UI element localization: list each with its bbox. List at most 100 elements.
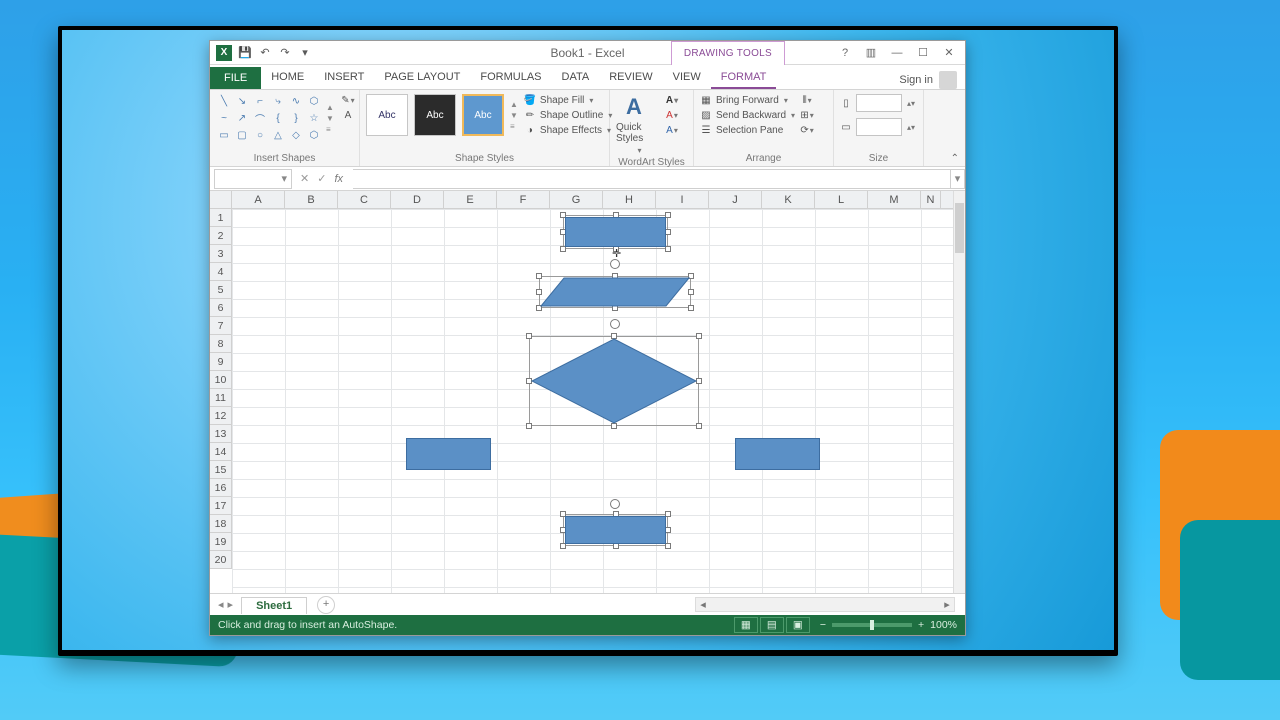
horizontal-scrollbar[interactable]: ◂ ▸ — [695, 597, 955, 612]
shape-arrow2-icon[interactable]: ↗ — [234, 111, 250, 126]
zoom-slider[interactable] — [832, 623, 912, 627]
send-backward-button[interactable]: ▨Send Backward▾ — [700, 109, 795, 121]
view-page-layout-icon[interactable]: ▤ — [760, 617, 784, 633]
expand-formula-bar-icon[interactable]: ▾ — [951, 169, 965, 189]
shape-roundrect-icon[interactable]: ▢ — [234, 128, 250, 143]
shape-style-preset-1[interactable]: Abc — [366, 94, 408, 136]
quick-styles-button[interactable]: A Quick Styles▾ — [616, 94, 662, 155]
view-page-break-icon[interactable]: ▣ — [786, 617, 810, 633]
shape-connector-icon[interactable]: ⤷ — [270, 94, 286, 109]
shape-brace2-icon[interactable]: } — [288, 111, 304, 126]
close-button[interactable]: ✕ — [941, 46, 957, 59]
scroll-right-icon[interactable]: ▸ — [940, 598, 954, 611]
redo-icon[interactable]: ↷ — [278, 46, 292, 60]
spinner-icon[interactable]: ▴▾ — [907, 123, 915, 132]
gallery-down-icon[interactable]: ▼ — [326, 114, 334, 123]
collapse-ribbon-icon[interactable]: ⌃ — [945, 151, 965, 166]
excel-app-icon[interactable]: X — [216, 45, 232, 61]
tab-view[interactable]: VIEW — [663, 66, 711, 89]
tab-home[interactable]: HOME — [261, 66, 314, 89]
sign-in-link[interactable]: Sign in — [899, 74, 933, 86]
save-icon[interactable]: 💾 — [238, 46, 252, 60]
shape-outline-button[interactable]: ✏Shape Outline▾ — [524, 109, 612, 121]
zoom-level[interactable]: 100% — [930, 619, 957, 631]
style-gallery-more-icon[interactable]: ≡ — [510, 122, 518, 131]
shapes-gallery[interactable]: ╲↘⌐⤷∿⬡ ~↗⌒{}☆ ▭▢○△◇⬡ — [216, 94, 322, 143]
flowchart-decision-shape[interactable] — [529, 336, 699, 426]
row-headers[interactable]: 1234567891011121314151617181920 — [210, 209, 232, 569]
style-gallery-down-icon[interactable]: ▼ — [510, 111, 518, 120]
zoom-out-button[interactable]: − — [820, 619, 826, 631]
shape-scribble-icon[interactable]: ~ — [216, 111, 232, 126]
vertical-scrollbar[interactable] — [953, 191, 965, 593]
rotation-handle-icon[interactable] — [610, 259, 620, 269]
gallery-up-icon[interactable]: ▲ — [326, 103, 334, 112]
add-sheet-button[interactable]: + — [317, 596, 335, 614]
cells-area[interactable]: ✛ — [232, 209, 953, 593]
rotation-handle-icon[interactable] — [610, 319, 620, 329]
rotation-handle-icon[interactable] — [610, 499, 620, 509]
tab-page-layout[interactable]: PAGE LAYOUT — [374, 66, 470, 89]
style-gallery-up-icon[interactable]: ▲ — [510, 100, 518, 109]
shape-arc-icon[interactable]: ⌒ — [252, 111, 268, 126]
group-icon[interactable]: ⊞▾ — [801, 109, 813, 121]
tab-formulas[interactable]: FORMULAS — [470, 66, 551, 89]
undo-icon[interactable]: ↶ — [258, 46, 272, 60]
shape-brace-icon[interactable]: { — [270, 111, 286, 126]
shape-style-preset-3[interactable]: Abc — [462, 94, 504, 136]
sheet-tab-active[interactable]: Sheet1 — [241, 597, 307, 614]
fx-label[interactable]: fx — [334, 173, 347, 185]
edit-shape-icon[interactable]: ✎▾ — [342, 94, 354, 106]
text-box-icon[interactable]: A — [342, 109, 354, 121]
sheet-nav-next-icon[interactable]: ▸ — [228, 598, 234, 611]
view-normal-icon[interactable]: ▦ — [734, 617, 758, 633]
cancel-formula-icon[interactable]: ✕ — [300, 172, 309, 185]
zoom-in-button[interactable]: + — [918, 619, 924, 631]
flowchart-process-shape[interactable] — [406, 438, 491, 470]
spinner-icon[interactable]: ▴▾ — [907, 99, 915, 108]
text-outline-icon[interactable]: A▾ — [666, 109, 678, 121]
shape-triangle-icon[interactable]: △ — [270, 128, 286, 143]
flowchart-process-shape[interactable] — [565, 217, 666, 247]
selection-pane-button[interactable]: ☰Selection Pane — [700, 124, 795, 136]
tab-format[interactable]: FORMAT — [711, 66, 777, 89]
select-all-triangle[interactable] — [210, 191, 232, 209]
rotate-icon[interactable]: ⟳▾ — [801, 124, 813, 136]
shape-arrow-icon[interactable]: ↘ — [234, 94, 250, 109]
minimize-button[interactable]: — — [889, 47, 905, 59]
tab-data[interactable]: DATA — [552, 66, 600, 89]
help-button[interactable]: ? — [837, 47, 853, 59]
shape-star-icon[interactable]: ☆ — [306, 111, 322, 126]
formula-input[interactable] — [353, 169, 951, 189]
shape-effects-button[interactable]: ◑Shape Effects▾ — [524, 124, 612, 136]
shape-oval-icon[interactable]: ○ — [252, 128, 268, 143]
spreadsheet-grid[interactable]: ABCDEFGHIJKLMN 1234567891011121314151617… — [210, 191, 965, 593]
flowchart-data-shape[interactable] — [539, 276, 691, 308]
gallery-more-icon[interactable]: ≡ — [326, 125, 334, 134]
tab-review[interactable]: REVIEW — [599, 66, 662, 89]
shape-fill-button[interactable]: 🪣Shape Fill▾ — [524, 94, 612, 106]
tab-file[interactable]: FILE — [210, 67, 261, 89]
enter-formula-icon[interactable]: ✓ — [317, 172, 326, 185]
shape-height-input[interactable] — [856, 94, 902, 112]
flowchart-process-shape[interactable] — [565, 516, 666, 544]
qat-customize-icon[interactable]: ▾ — [298, 46, 312, 60]
scroll-left-icon[interactable]: ◂ — [696, 598, 710, 611]
column-headers[interactable]: ABCDEFGHIJKLMN — [232, 191, 953, 209]
shape-width-input[interactable] — [856, 118, 902, 136]
ribbon-display-options-icon[interactable]: ▥ — [863, 46, 879, 59]
shape-hex-icon[interactable]: ⬡ — [306, 128, 322, 143]
shape-diamond-icon[interactable]: ◇ — [288, 128, 304, 143]
bring-forward-button[interactable]: ▦Bring Forward▾ — [700, 94, 795, 106]
text-fill-icon[interactable]: A▾ — [666, 94, 678, 106]
avatar-icon[interactable] — [939, 71, 957, 89]
shape-style-preset-2[interactable]: Abc — [414, 94, 456, 136]
text-effects-icon[interactable]: A▾ — [666, 124, 678, 136]
name-box-dropdown-icon[interactable]: ▾ — [277, 172, 291, 185]
maximize-button[interactable]: ☐ — [915, 46, 931, 59]
flowchart-process-shape[interactable] — [735, 438, 820, 470]
name-box[interactable]: ▾ — [214, 169, 292, 189]
align-icon[interactable]: ⫴▾ — [801, 94, 813, 106]
shape-line-icon[interactable]: ╲ — [216, 94, 232, 109]
scrollbar-thumb[interactable] — [955, 203, 964, 253]
